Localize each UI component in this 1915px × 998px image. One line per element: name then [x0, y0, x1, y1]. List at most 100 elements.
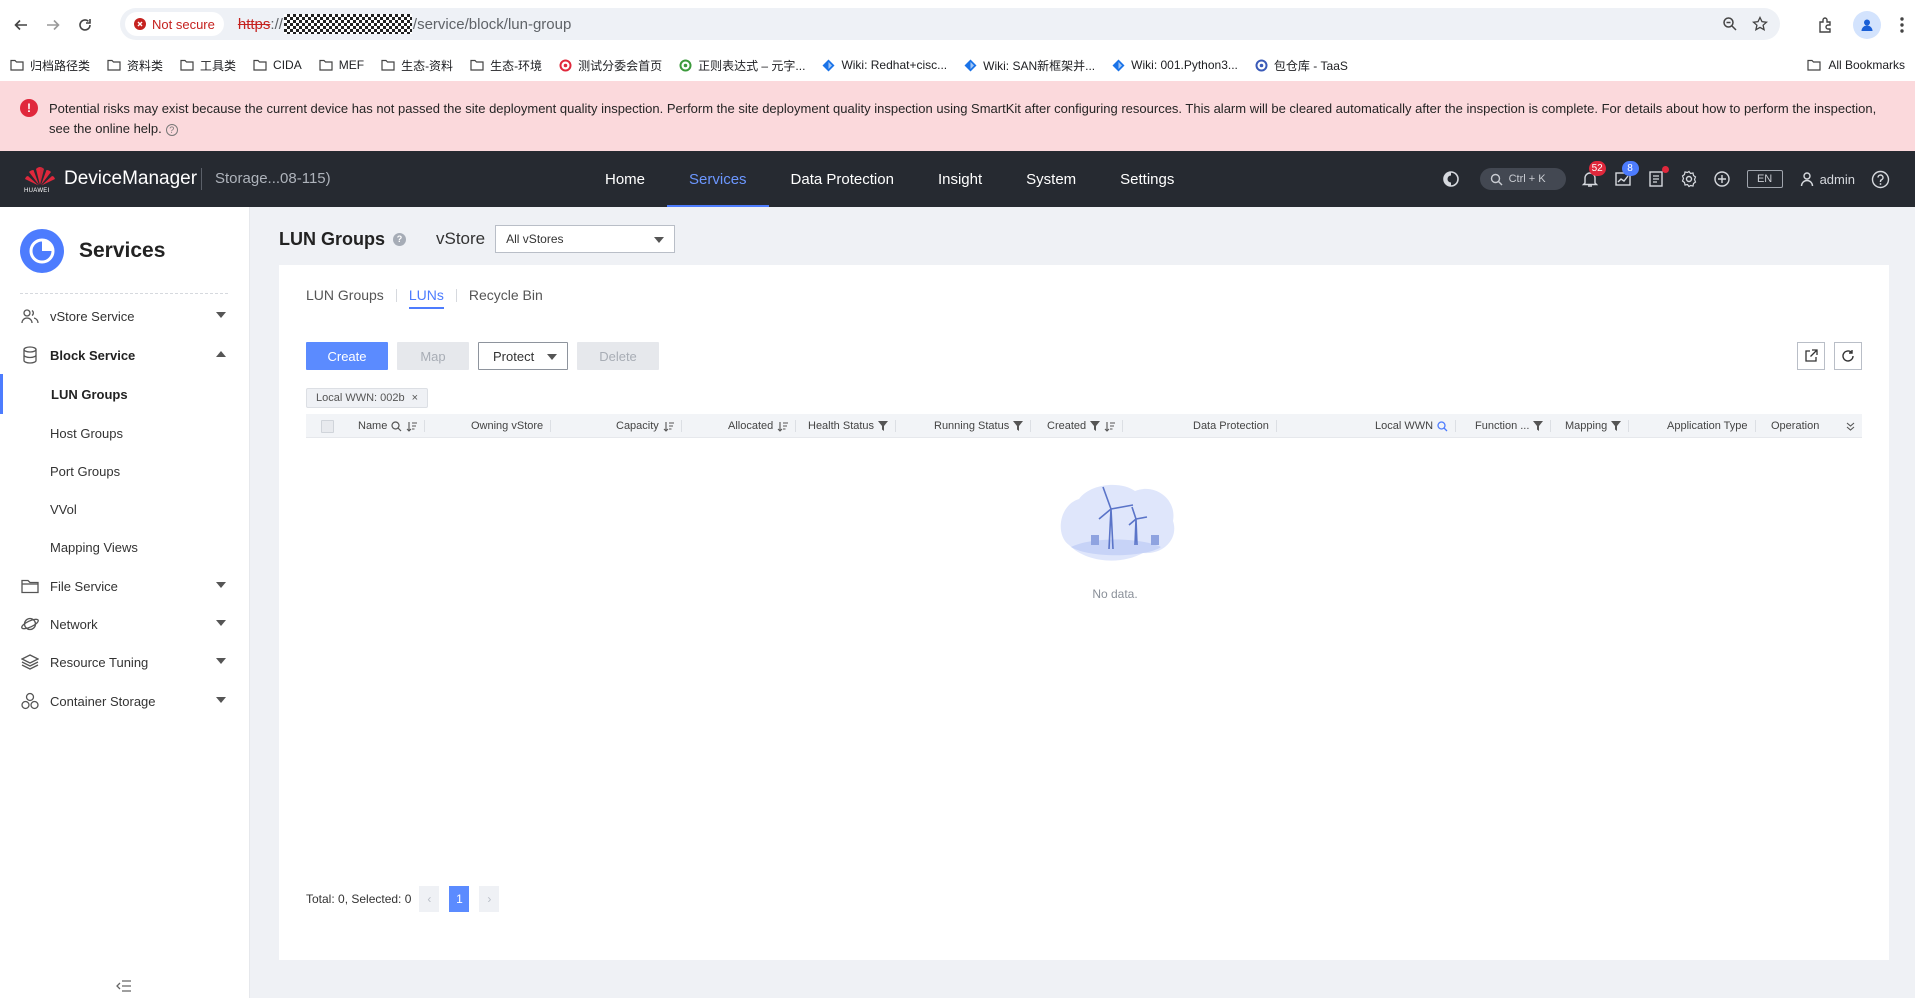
filter-icon[interactable] [1013, 421, 1024, 431]
sidebar-item-lun-groups[interactable]: LUN Groups [0, 374, 249, 414]
sidebar-item-host-groups[interactable]: Host Groups [0, 413, 249, 453]
bookmarks-bar: 归档路径类 资料类 工具类 CIDA MEF 生态-资料 生态-环境 测试分委会首页 正则表达式… [0, 49, 1915, 81]
sidebar-item-container-storage[interactable]: Container Storage [0, 681, 249, 721]
back-icon[interactable] [7, 11, 35, 39]
sidebar-item-resource-tuning[interactable]: Resource Tuning [0, 642, 249, 682]
user-menu[interactable]: admin [1799, 171, 1855, 187]
add-circle-icon[interactable] [1711, 168, 1733, 190]
bookmark-item[interactable]: MEF [319, 58, 364, 72]
column-header-running-status[interactable]: Running Status [934, 414, 1032, 438]
column-header-function[interactable]: Function ... [1475, 414, 1552, 438]
sort-icon[interactable] [777, 421, 789, 432]
column-header-created[interactable]: Created [1047, 414, 1124, 438]
map-button[interactable]: Map [397, 342, 469, 370]
star-icon[interactable] [1752, 16, 1768, 32]
bookmark-item[interactable]: 归档路径类 [10, 57, 90, 74]
bookmark-item[interactable]: 资料类 [107, 57, 163, 74]
bookmark-item[interactable]: Wiki: 001.Python3... [1112, 58, 1238, 72]
column-header-operation[interactable]: Operation [1771, 414, 1819, 438]
bookmark-item[interactable]: Wiki: SAN新框架并... [964, 57, 1095, 74]
search-icon[interactable] [1437, 420, 1448, 432]
zoom-icon[interactable] [1722, 16, 1738, 32]
reload-icon[interactable] [71, 11, 99, 39]
refresh-icon[interactable] [1834, 342, 1862, 370]
bookmark-item[interactable]: CIDA [253, 58, 302, 72]
column-header-application-type[interactable]: Application Type [1667, 414, 1756, 438]
app-brand[interactable]: DeviceManager [64, 168, 197, 190]
bookmark-item[interactable]: 生态-环境 [470, 57, 542, 74]
filter-tag[interactable]: Local WWN: 002b × [306, 388, 429, 408]
bookmark-item[interactable]: 测试分委会首页 [559, 57, 662, 74]
bookmark-item[interactable]: 生态-资料 [381, 57, 453, 74]
security-chip[interactable]: Not secure [125, 12, 224, 36]
column-header-capacity[interactable]: Capacity [616, 414, 682, 438]
bookmark-item[interactable]: 工具类 [180, 57, 236, 74]
column-header-owning-vstore[interactable]: Owning vStore [471, 414, 552, 438]
column-header-health-status[interactable]: Health Status [808, 414, 897, 438]
help-icon[interactable]: ? [165, 123, 178, 136]
sort-icon[interactable] [663, 421, 674, 432]
nav-item-home[interactable]: Home [583, 151, 667, 207]
tab-luns[interactable]: LUNs [408, 287, 444, 309]
gear-icon[interactable] [1678, 168, 1700, 190]
page-number[interactable]: 1 [449, 886, 470, 912]
column-header-local-wwn[interactable]: Local WWN [1375, 414, 1457, 438]
sidebar-item-block-service[interactable]: Block Service [0, 335, 249, 375]
nav-item-system[interactable]: System [1004, 151, 1098, 207]
device-name[interactable]: Storage...08-115) [215, 170, 331, 187]
theme-icon[interactable] [1440, 168, 1462, 190]
sort-icon[interactable] [406, 421, 418, 432]
profile-icon[interactable] [1853, 10, 1881, 39]
collapse-sidebar-icon[interactable] [116, 980, 132, 992]
sidebar-item-file-service[interactable]: File Service [0, 566, 249, 606]
sidebar-item-network[interactable]: Network [0, 604, 249, 644]
help-icon[interactable] [1869, 168, 1891, 190]
help-icon[interactable]: ? [393, 232, 406, 246]
prev-page-icon[interactable]: ‹ [419, 886, 440, 912]
column-header-allocated[interactable]: Allocated [728, 414, 797, 438]
column-header-mapping[interactable]: Mapping [1565, 414, 1630, 438]
forward-icon[interactable] [39, 11, 67, 39]
next-page-icon[interactable]: › [479, 886, 500, 912]
bookmark-label: 生态-资料 [401, 58, 454, 73]
nav-item-settings[interactable]: Settings [1098, 151, 1196, 207]
delete-button[interactable]: Delete [577, 342, 659, 370]
column-header-data-protection[interactable]: Data Protection [1193, 414, 1277, 438]
nav-item-data-protection[interactable]: Data Protection [769, 151, 916, 207]
global-search[interactable]: Ctrl + K [1479, 168, 1566, 190]
tab-recycle-bin[interactable]: Recycle Bin [469, 287, 543, 309]
bookmark-item[interactable]: Wiki: Redhat+cisc... [822, 58, 947, 72]
bell-icon[interactable]: 52 [1579, 161, 1606, 190]
sidebar-item-port-groups[interactable]: Port Groups [0, 451, 249, 491]
sidebar-item-vvol[interactable]: VVol [0, 489, 249, 529]
menu-icon[interactable] [1899, 16, 1905, 34]
filter-icon[interactable] [1533, 421, 1544, 431]
export-icon[interactable] [1797, 342, 1825, 370]
nav-item-services[interactable]: Services [667, 151, 769, 207]
bookmark-item[interactable]: 正则表达式 – 元字... [679, 57, 805, 74]
sort-icon[interactable] [1104, 421, 1116, 432]
close-icon[interactable]: × [412, 392, 418, 404]
all-bookmarks[interactable]: All Bookmarks [1807, 49, 1905, 81]
column-header-name[interactable]: Name [358, 414, 426, 438]
address-bar[interactable]: Not secure https:// /service/block/lun-gr… [120, 8, 1780, 40]
sidebar-item-mapping-views[interactable]: Mapping Views [0, 527, 249, 567]
search-icon[interactable] [391, 420, 402, 432]
bookmark-item[interactable]: 包仓库 - TaaS [1255, 57, 1348, 74]
extensions-icon[interactable] [1817, 16, 1835, 34]
tab-lun-groups[interactable]: LUN Groups [306, 287, 384, 309]
document-icon[interactable] [1645, 166, 1669, 190]
filter-icon[interactable] [1090, 421, 1101, 431]
create-button[interactable]: Create [306, 342, 388, 370]
sidebar-item-vstore-service[interactable]: vStore Service [0, 296, 249, 336]
filter-icon[interactable] [878, 421, 889, 431]
url-text[interactable]: https:// /service/block/lun-group [238, 14, 571, 34]
protect-dropdown[interactable]: Protect [478, 342, 568, 370]
select-all-checkbox[interactable] [321, 420, 334, 433]
task-monitor-icon[interactable]: 8 [1612, 161, 1639, 190]
vstore-select[interactable]: All vStores [495, 225, 676, 253]
nav-item-insight[interactable]: Insight [916, 151, 1004, 207]
chevron-down-icon[interactable] [1846, 414, 1855, 438]
language-switch[interactable]: EN [1746, 170, 1783, 188]
filter-icon[interactable] [1611, 421, 1622, 431]
